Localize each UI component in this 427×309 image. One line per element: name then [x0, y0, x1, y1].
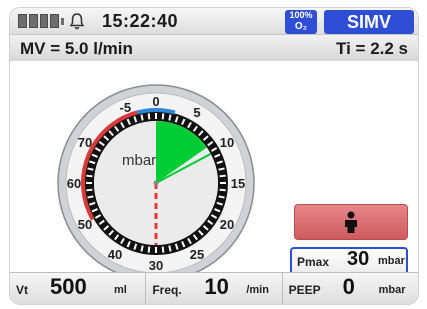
- patient-type-button[interactable]: [294, 204, 408, 240]
- gauge-tick: [168, 114, 172, 121]
- param-peep[interactable]: PEEP 0 mbar: [282, 273, 418, 304]
- gauge-tick-label: -5: [120, 100, 132, 115]
- o2-concentration-badge[interactable]: 100% O₂: [285, 10, 317, 34]
- main-panel: mbar -5 0 5 10 15 20 25 30 40 50 60 70 Pmax 30 mbar: [10, 61, 418, 282]
- param-freq[interactable]: Freq. 10 /min: [146, 273, 283, 304]
- o2-label: O₂: [294, 21, 308, 32]
- gauge-tick: [86, 188, 93, 192]
- gauge-tick: [161, 246, 165, 253]
- minute-volume: MV = 5.0 l/min: [20, 39, 133, 58]
- gauge-tick: [219, 188, 226, 192]
- o2-percent: 100%: [289, 10, 313, 20]
- gauge-tick: [86, 174, 93, 178]
- gauge-tick-label: 0: [152, 94, 159, 109]
- gauge-tick-label: 50: [78, 217, 92, 232]
- param-unit: /min: [246, 284, 269, 296]
- gauge-tick: [147, 113, 151, 120]
- gauge-tick: [219, 174, 226, 178]
- gauge-tick-label: 20: [220, 217, 234, 232]
- ventilator-screen: 15:22:40 100% O₂ SIMV MV = 5.0 l/min Ti …: [10, 8, 418, 304]
- param-label: Vt: [16, 283, 28, 297]
- gauge-tick: [140, 245, 144, 252]
- param-unit: mbar: [378, 284, 406, 296]
- param-label: PEEP: [288, 283, 321, 297]
- gauge-tick: [87, 195, 94, 199]
- gauge-tick: [87, 167, 94, 171]
- gauge-tick-label: 10: [220, 135, 234, 150]
- ventilation-mode-button[interactable]: SIMV: [324, 10, 414, 34]
- battery-icon: [18, 14, 65, 28]
- param-unit: ml: [114, 284, 127, 296]
- bell-icon[interactable]: [68, 12, 86, 30]
- status-bar: 15:22:40 100% O₂ SIMV: [10, 8, 418, 34]
- gauge-tick-label: 40: [108, 247, 122, 262]
- person-icon: [345, 211, 357, 233]
- param-value: 500: [50, 274, 87, 299]
- gauge-unit: mbar: [122, 152, 156, 169]
- gauge-tick-label: 25: [190, 247, 204, 262]
- pressure-gauge: mbar -5 0 5 10 15 20 25 30 40 50 60 70: [57, 84, 255, 282]
- pmax-value: 30: [347, 248, 370, 270]
- parameter-bar: Vt 500 ml Freq. 10 /min PEEP 0 mbar: [10, 272, 418, 304]
- pmax-unit: mbar: [378, 255, 405, 267]
- gauge-tick-label: 30: [149, 258, 163, 273]
- gauge-tick: [140, 114, 144, 121]
- gauge-tick: [147, 246, 151, 253]
- gauge-tick: [218, 195, 225, 199]
- gauge-tick-label: 70: [78, 135, 92, 150]
- gauge-tick: [168, 245, 172, 252]
- clock-time: 15:22:40: [102, 11, 179, 31]
- param-label: Freq.: [152, 283, 182, 297]
- gauge-tick: [218, 167, 225, 171]
- param-value: 0: [342, 274, 355, 299]
- gauge-tick-label: 60: [67, 176, 81, 191]
- info-bar: MV = 5.0 l/min Ti = 2.2 s: [10, 34, 418, 61]
- gauge-tick-label: 15: [231, 176, 245, 191]
- param-vt[interactable]: Vt 500 ml: [10, 273, 147, 304]
- pmax-label: Pmax: [297, 255, 330, 269]
- gauge-tick-label: 5: [193, 105, 200, 120]
- pmax-setting[interactable]: Pmax 30 mbar: [290, 247, 408, 275]
- inspiration-time: Ti = 2.2 s: [336, 39, 408, 58]
- gauge-tick: [161, 113, 165, 120]
- param-value: 10: [204, 274, 229, 299]
